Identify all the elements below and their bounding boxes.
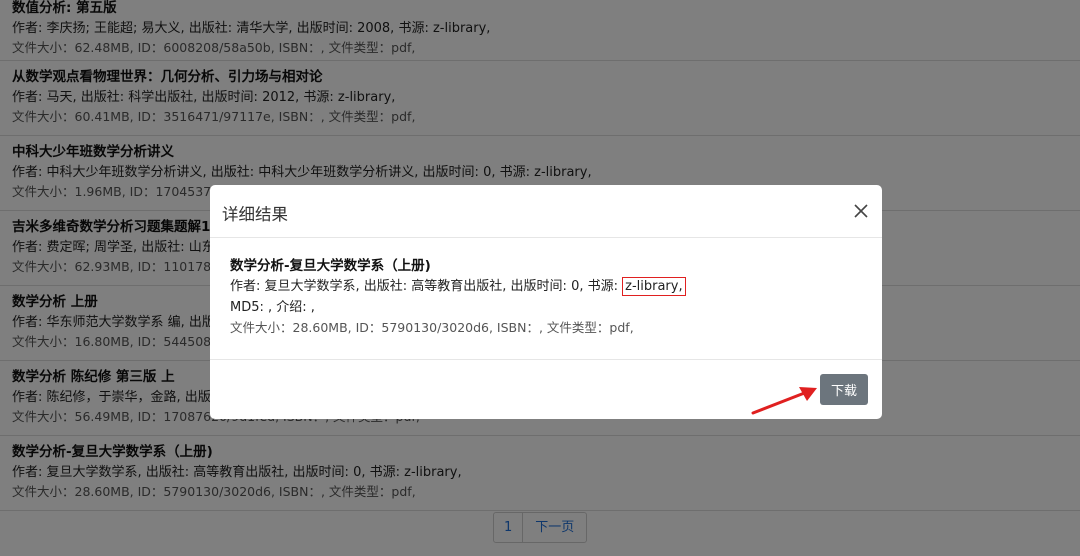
detail-book-title: 数学分析-复旦大学数学系（上册): [230, 258, 431, 274]
close-icon[interactable]: [850, 200, 872, 222]
dialog-body: 数学分析-复旦大学数学系（上册) 作者: 复旦大学数学系, 出版社: 高等教育出…: [210, 238, 882, 360]
detail-meta: 文件大小：28.60MB, ID：5790130/3020d6, ISBN：, …: [230, 320, 634, 335]
download-button[interactable]: 下载: [820, 374, 868, 405]
red-arrow-annotation: [751, 387, 817, 415]
source-highlight: z-library,: [622, 277, 686, 296]
detail-authors-text: 作者: 复旦大学数学系, 出版社: 高等教育出版社, 出版时间: 0, 书源:: [230, 279, 623, 294]
detail-authors: 作者: 复旦大学数学系, 出版社: 高等教育出版社, 出版时间: 0, 书源: …: [230, 275, 686, 296]
dialog-title: 详细结果: [222, 205, 288, 224]
detail-md5: MD5: , 介绍: ,: [230, 300, 315, 315]
dialog-header: 详细结果: [210, 185, 882, 238]
